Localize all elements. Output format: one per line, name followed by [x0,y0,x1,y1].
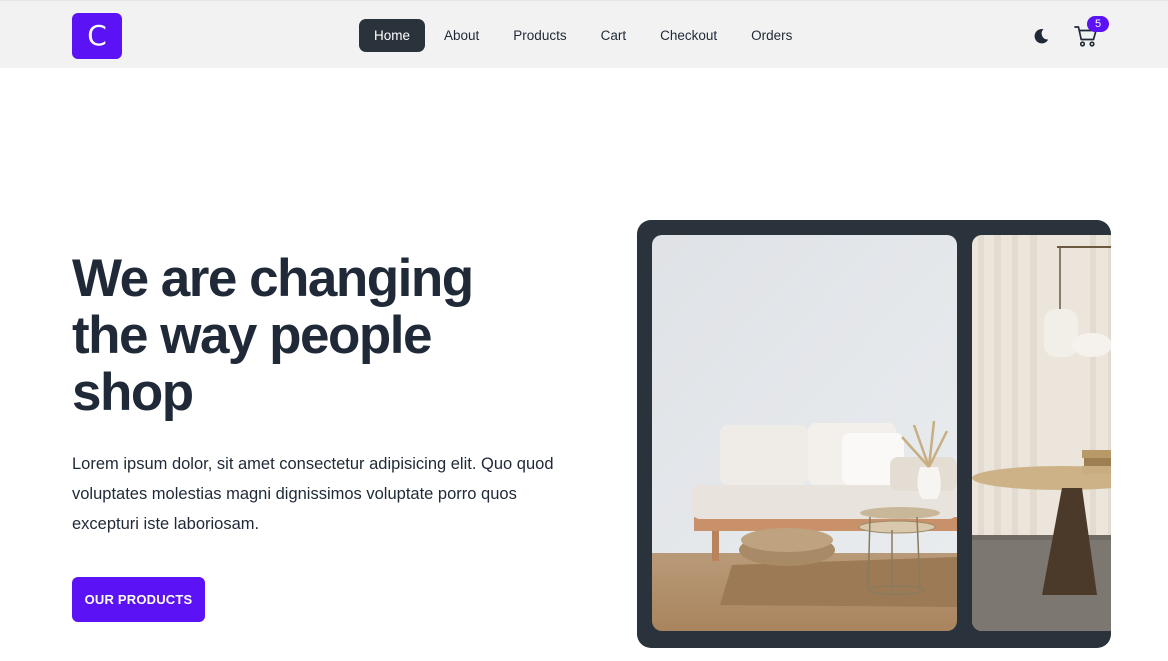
logo-button[interactable]: C [72,13,122,59]
nav-link-products[interactable]: Products [498,19,581,52]
hero-description: Lorem ipsum dolor, sit amet consectetur … [72,455,554,533]
carousel-slide-living-room[interactable] [652,235,957,631]
nav-link-checkout[interactable]: Checkout [645,19,732,52]
navbar: C Home About Products Cart Checkout Orde… [0,0,1168,68]
dining-room-image [972,235,1111,631]
our-products-button[interactable]: OUR PRODUCTS [72,577,205,622]
carousel-slide-dining-room[interactable] [972,235,1111,631]
hero-title: We are changing the way people shop [72,249,474,422]
nav-link-home[interactable]: Home [359,19,426,52]
moon-icon[interactable] [1031,26,1051,46]
cart-count-badge: 5 [1087,16,1109,32]
image-carousel[interactable] [637,220,1111,648]
nav-link-cart[interactable]: Cart [586,19,642,52]
nav-link-orders[interactable]: Orders [736,19,807,52]
nav-link-about[interactable]: About [429,19,494,52]
living-room-image [652,235,957,631]
main-nav: Home About Products Cart Checkout Orders [359,19,807,52]
cart-button[interactable]: 5 [1073,16,1109,49]
